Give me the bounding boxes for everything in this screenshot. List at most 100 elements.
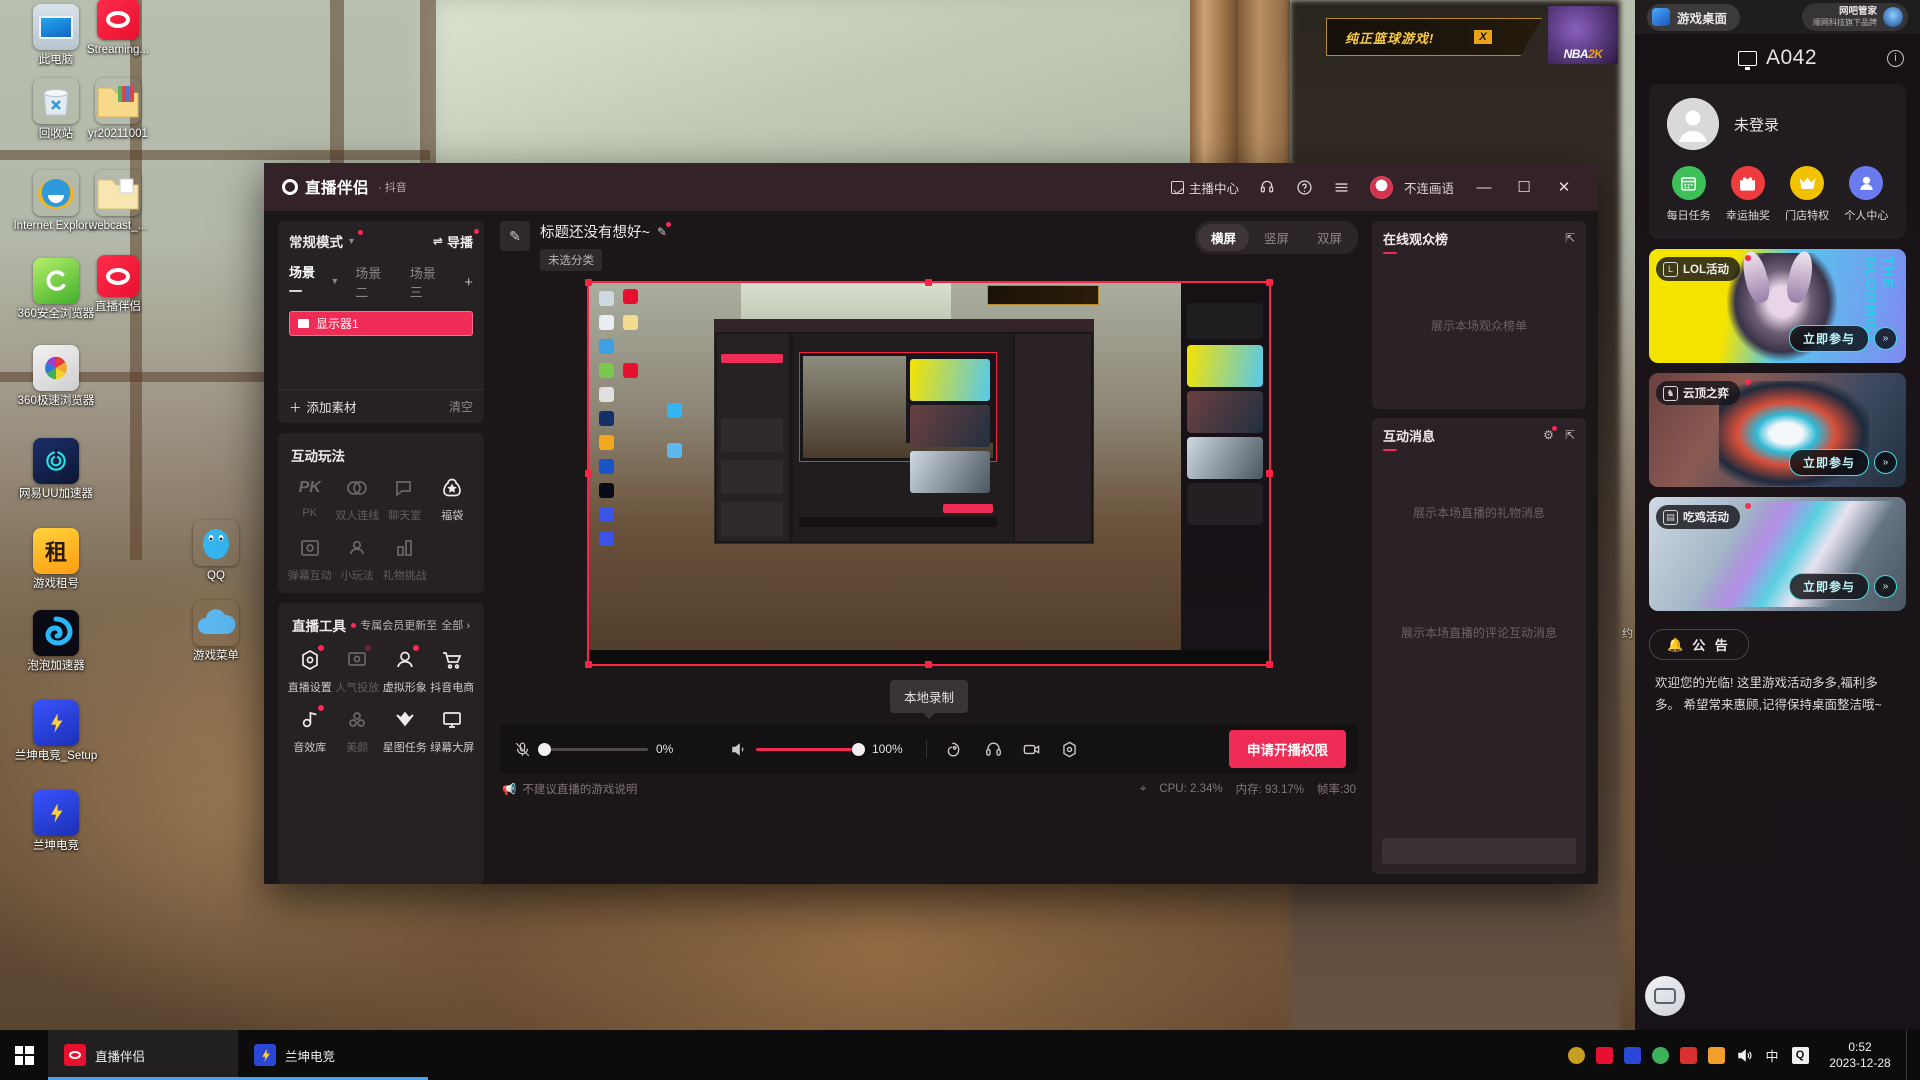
taskbar-clock[interactable]: 0:52 2023-12-28 — [1814, 1039, 1906, 1071]
tool-item-live-settings[interactable]: 直播设置 — [286, 645, 334, 695]
minimize-button[interactable]: — — [1464, 170, 1504, 204]
microphone-slider[interactable] — [538, 742, 648, 756]
tray-lankun-icon[interactable] — [1618, 1030, 1646, 1080]
scene-tab-3[interactable]: 场景三 — [410, 263, 448, 301]
edit-cover-button[interactable]: ✎ — [500, 221, 530, 251]
desktop-icon-webcast[interactable]: webcast_... — [62, 170, 174, 233]
interact-item-minigame[interactable]: 小玩法 — [334, 535, 382, 583]
quick-action-store-privilege[interactable]: 门店特权 — [1778, 166, 1836, 223]
interact-item-pk[interactable]: PK PK — [286, 475, 334, 523]
tools-member-note[interactable]: 专属会员更新至 全部 › — [351, 617, 470, 633]
category-chip[interactable]: 未选分类 — [540, 249, 602, 271]
account-button[interactable]: 不连画语 — [1360, 171, 1464, 203]
apply-stream-permission-button[interactable]: 申请开播权限 — [1229, 730, 1346, 768]
source-item-monitor1[interactable]: 显示器1 — [289, 311, 473, 336]
user-row[interactable]: 未登录 — [1659, 98, 1896, 150]
desktop-icon-lankun-setup[interactable]: 兰坤电竞_Setup — [0, 700, 112, 763]
desktop-icon-qq[interactable]: QQ — [160, 520, 272, 583]
desktop-icon-paopao-booster[interactable]: 泡泡加速器 — [0, 610, 112, 673]
speaker-icon[interactable] — [728, 741, 748, 758]
expand-icon[interactable]: ⇱ — [1565, 231, 1575, 245]
interact-item-chatroom[interactable]: 聊天室 — [381, 475, 429, 523]
status-note[interactable]: 不建议直播的游戏说明 — [522, 781, 637, 797]
microphone-muted-icon[interactable] — [512, 741, 532, 758]
anchor-center-button[interactable]: 主播中心 — [1161, 171, 1249, 203]
preview-handle[interactable] — [585, 469, 592, 477]
preview-handle[interactable] — [1266, 469, 1273, 477]
desktop-icon-uu-booster[interactable]: 网易UU加速器 — [0, 438, 112, 501]
desktop-icon-game-menu[interactable]: 游戏菜单 — [160, 600, 272, 663]
game-desktop-tab[interactable]: 游戏桌面 — [1647, 3, 1741, 31]
taskbar-item-live-companion[interactable]: 直播伴侣 — [48, 1030, 238, 1080]
tool-item-green-screen[interactable]: 绿幕大屏 — [429, 707, 477, 755]
director-button[interactable]: ⇌ 导播 — [433, 228, 479, 251]
preview-handle[interactable] — [1266, 279, 1273, 286]
quick-action-lucky-draw[interactable]: 幸运抽奖 — [1719, 166, 1777, 223]
tray-orange-icon[interactable] — [1702, 1030, 1730, 1080]
maximize-button[interactable]: ☐ — [1504, 170, 1544, 204]
promo-card-lol[interactable]: THE GLOOMIST L LOL活动 立即参与 » — [1649, 249, 1906, 363]
promo-cta-lol[interactable]: 立即参与 » — [1788, 325, 1897, 352]
preview-handle[interactable] — [925, 661, 932, 668]
info-icon[interactable]: i — [1887, 49, 1904, 67]
message-input[interactable] — [1382, 838, 1576, 864]
tools-all-link[interactable]: 全部 › — [441, 617, 470, 633]
desktop-icon-live-companion[interactable]: 直播伴侣 — [62, 255, 174, 314]
tool-item-popularity[interactable]: 人气投放 — [334, 645, 382, 695]
tab-dual[interactable]: 双屏 — [1304, 224, 1355, 251]
taskbar-item-lankun[interactable]: 兰坤电竞 — [238, 1030, 428, 1080]
desktop-icon-yr20211001[interactable]: yr20211001 — [62, 78, 174, 141]
add-source-button[interactable]: ＋ 添加素材 — [289, 397, 357, 416]
camera-button[interactable] — [1017, 735, 1045, 763]
preview-handle[interactable] — [585, 661, 592, 668]
scene-tab-2[interactable]: 场景二 — [355, 263, 393, 301]
desktop-icon-game-account-rental[interactable]: 租 游戏租号 — [0, 528, 112, 591]
tray-live-companion-icon[interactable] — [1590, 1030, 1618, 1080]
tab-landscape[interactable]: 横屏 — [1197, 224, 1249, 251]
quick-action-daily-task[interactable]: 每日任务 — [1660, 166, 1718, 223]
tool-item-sound-effects[interactable]: 音效库 — [286, 705, 334, 755]
tool-item-avatar[interactable]: 虚拟形象 — [381, 645, 429, 695]
nba-ad-close-button[interactable]: X — [1474, 30, 1492, 44]
tray-red-icon[interactable] — [1674, 1030, 1702, 1080]
chat-bubble-icon[interactable] — [1645, 976, 1685, 1016]
microphone-control[interactable]: 0% — [512, 741, 696, 758]
ime-language-indicator[interactable]: 中 — [1758, 1030, 1786, 1080]
desktop-icon-streaming[interactable]: Streaming... — [62, 0, 174, 57]
tool-item-star-task[interactable]: 星图任务 — [381, 707, 429, 755]
interact-item-link[interactable]: 双人连线 — [334, 475, 382, 523]
add-scene-button[interactable]: + — [464, 274, 473, 291]
settings-gear-icon[interactable]: ⚙ — [1543, 426, 1557, 442]
expand-icon[interactable]: ⇱ — [1565, 428, 1575, 442]
edit-pencil-icon[interactable]: ✎ — [657, 221, 672, 239]
headset-button[interactable] — [1249, 171, 1286, 203]
cafe-brand[interactable]: 网吧管家 顺网科技旗下品牌 — [1802, 3, 1908, 31]
speaker-control[interactable]: 100% — [728, 741, 912, 758]
settings-button[interactable] — [1055, 735, 1083, 763]
interact-item-giftchallenge[interactable]: 礼物挑战 — [381, 535, 429, 583]
windows-start-icon[interactable] — [0, 1030, 48, 1080]
help-button[interactable] — [1286, 171, 1323, 203]
tab-portrait[interactable]: 竖屏 — [1251, 224, 1302, 251]
desktop-icon-360-speed-browser[interactable]: 360极速浏览器 — [0, 345, 112, 408]
stream-preview[interactable] — [585, 279, 1273, 668]
headset-button[interactable] — [979, 735, 1007, 763]
stream-title-row[interactable]: 标题还没有想好~ ✎ — [540, 221, 672, 242]
quick-action-personal-center[interactable]: 个人中心 — [1837, 166, 1895, 223]
preview-handle[interactable] — [1266, 661, 1273, 668]
promo-card-tft[interactable]: ♞ 云顶之弈 立即参与 » — [1649, 373, 1906, 487]
tray-cloud-icon[interactable] — [1646, 1030, 1674, 1080]
promo-cta-pubg[interactable]: 立即参与 » — [1788, 573, 1897, 600]
ime-icon[interactable]: Q — [1786, 1030, 1814, 1080]
mode-selector[interactable]: 常规模式 ▼ — [289, 230, 363, 251]
volume-icon[interactable] — [1730, 1030, 1758, 1080]
promo-card-pubg[interactable]: ▤ 吃鸡活动 立即参与 » — [1649, 497, 1906, 611]
show-desktop-button[interactable] — [1906, 1030, 1914, 1080]
login-status-text[interactable]: 未登录 — [1734, 114, 1779, 135]
nba-ad-strip[interactable]: 纯正篮球游戏! X — [1326, 18, 1542, 56]
preview-handle[interactable] — [585, 279, 592, 286]
tray-app-icon[interactable] — [1562, 1030, 1590, 1080]
interact-item-danmaku[interactable]: 弹幕互动 — [286, 535, 334, 583]
interact-item-luckybag[interactable]: 福袋 — [429, 475, 477, 523]
preview-handle[interactable] — [925, 279, 932, 286]
